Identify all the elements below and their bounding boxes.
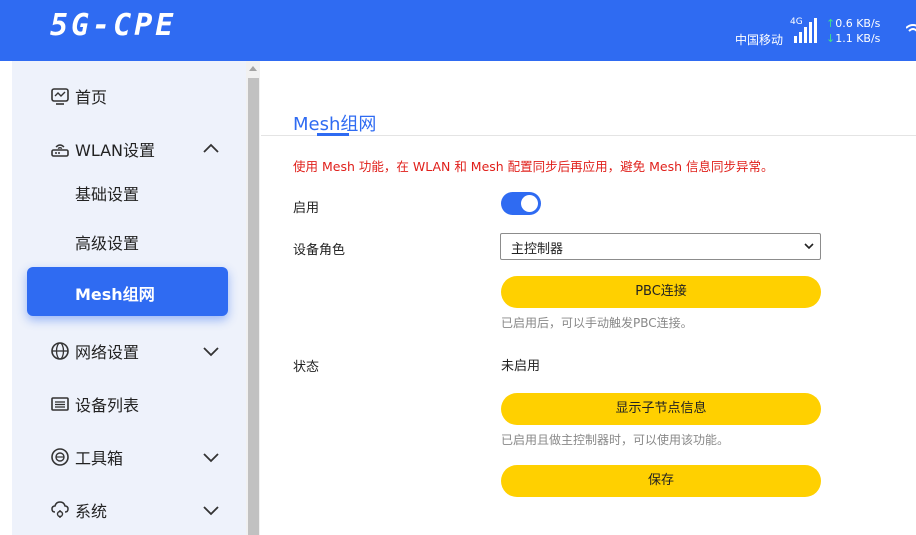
- carrier-name: 中国移动: [735, 33, 784, 47]
- sidebar-item-network-settings[interactable]: 网络设置: [12, 331, 246, 371]
- scrollbar-thumb[interactable]: [248, 78, 259, 535]
- wifi-icon[interactable]: [906, 22, 916, 36]
- sidebar-item-device-list[interactable]: 设备列表: [12, 384, 246, 424]
- upload-arrow-icon: ↑: [826, 17, 836, 30]
- sidebar-item-mesh[interactable]: Mesh组网: [27, 267, 228, 316]
- tab-active-indicator: [317, 133, 349, 136]
- status-value: 未启用: [501, 359, 541, 374]
- upload-rate-value: 0.6 KB/s: [835, 17, 881, 30]
- toggle-knob: [521, 195, 538, 212]
- sidebar-item-toolbox[interactable]: 工具箱: [12, 437, 246, 477]
- download-rate-value: 1.1 KB/s: [835, 32, 881, 45]
- download-rate: ↓1.1 KB/s: [826, 32, 880, 45]
- monitor-icon: [51, 88, 69, 105]
- sidebar-item-label: 系统: [75, 502, 108, 521]
- chevron-down-icon[interactable]: [202, 448, 220, 466]
- top-header: 5G-CPE 4G 中国移动 ↑0.6 KB/s ↓1.1 KB/s: [0, 0, 916, 61]
- chevron-down-icon[interactable]: [202, 342, 220, 360]
- device-role-select[interactable]: 主控制器: [500, 233, 821, 260]
- list-icon: [51, 397, 69, 411]
- sidebar-item-label: 设备列表: [75, 396, 140, 415]
- show-child-nodes-button[interactable]: 显示子节点信息: [501, 393, 821, 425]
- chevron-up-icon[interactable]: [202, 140, 220, 158]
- signal-strength-icon: [794, 18, 817, 43]
- device-role-label: 设备角色: [293, 243, 346, 258]
- sidebar-item-label: 基础设置: [75, 185, 140, 204]
- warning-message: 使用 Mesh 功能，在 WLAN 和 Mesh 配置同步后再应用，避免 Mes…: [293, 159, 774, 174]
- router-icon: [51, 144, 69, 157]
- status-label: 状态: [293, 360, 320, 375]
- sidebar-item-label: 高级设置: [75, 234, 140, 253]
- tab-divider: [261, 135, 916, 136]
- sidebar-item-basic-settings[interactable]: 基础设置: [12, 173, 246, 213]
- enable-toggle[interactable]: [501, 192, 541, 215]
- sidebar-item-home[interactable]: 首页: [12, 76, 246, 116]
- pbc-connect-button[interactable]: PBC连接: [501, 276, 821, 308]
- sidebar-item-label: WLAN设置: [75, 141, 156, 160]
- sidebar-item-label: 工具箱: [75, 449, 124, 468]
- save-button[interactable]: 保存: [501, 465, 821, 497]
- upload-rate: ↑0.6 KB/s: [826, 17, 880, 30]
- enable-label: 启用: [293, 201, 320, 216]
- sidebar-item-label: 首页: [75, 88, 108, 107]
- app-logo: 5G-CPE: [50, 8, 177, 43]
- sidebar-item-label: 网络设置: [75, 343, 140, 362]
- chevron-down-icon: [804, 243, 814, 250]
- sidebar-item-wlan[interactable]: WLAN设置: [12, 129, 246, 169]
- pbc-hint: 已启用后，可以手动触发PBC连接。: [501, 316, 693, 330]
- show-nodes-hint: 已启用且做主控制器时，可以使用该功能。: [501, 433, 730, 447]
- chevron-down-icon[interactable]: [202, 501, 220, 519]
- sidebar-item-system[interactable]: 系统: [12, 490, 246, 530]
- cloud-gear-icon: [51, 501, 69, 518]
- globe-icon: [51, 342, 69, 360]
- download-arrow-icon: ↓: [826, 32, 836, 45]
- toolbox-icon: [51, 448, 69, 466]
- scroll-up-icon[interactable]: [249, 66, 257, 71]
- device-role-value: 主控制器: [511, 242, 564, 257]
- sidebar-item-label: Mesh组网: [75, 285, 155, 304]
- sidebar-item-advanced-settings[interactable]: 高级设置: [12, 222, 246, 262]
